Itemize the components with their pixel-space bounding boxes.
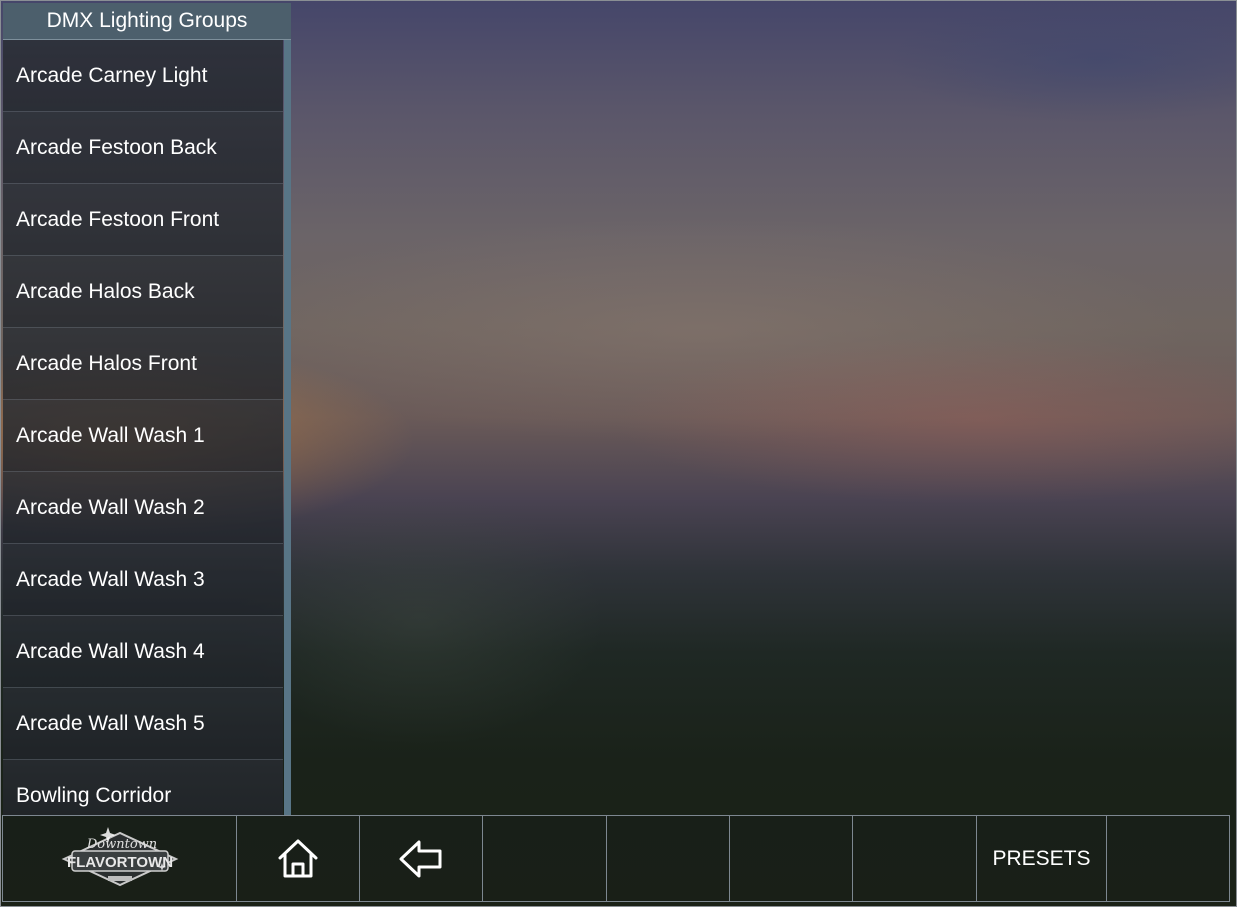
presets-button[interactable]: PRESETS bbox=[977, 816, 1107, 901]
list-item[interactable]: Arcade Festoon Front bbox=[3, 184, 283, 256]
back-button[interactable] bbox=[360, 816, 483, 901]
back-arrow-icon bbox=[399, 840, 442, 877]
list-item[interactable]: Arcade Wall Wash 2 bbox=[3, 472, 283, 544]
logo-cell: FLAVORTOWN Downtown bbox=[3, 816, 237, 901]
list-item[interactable]: Arcade Wall Wash 3 bbox=[3, 544, 283, 616]
home-button[interactable] bbox=[237, 816, 360, 901]
list-item[interactable]: Arcade Wall Wash 4 bbox=[3, 616, 283, 688]
flavortown-logo-icon: FLAVORTOWN Downtown bbox=[61, 826, 178, 886]
lighting-groups-list[interactable]: Arcade Carney Light Arcade Festoon Back … bbox=[3, 40, 291, 815]
list-item[interactable]: Arcade Festoon Back bbox=[3, 112, 283, 184]
bottom-toolbar: FLAVORTOWN Downtown PRESETS bbox=[2, 815, 1230, 902]
list-item[interactable]: Arcade Carney Light bbox=[3, 40, 283, 112]
toolbar-empty-slot bbox=[853, 816, 977, 901]
panel-title: DMX Lighting Groups bbox=[3, 3, 291, 40]
list-item[interactable]: Bowling Corridor bbox=[3, 760, 283, 815]
logo-script-text: Downtown bbox=[85, 837, 156, 852]
app-root: DMX Lighting Groups Arcade Carney Light … bbox=[0, 0, 1237, 907]
list-item[interactable]: Arcade Halos Front bbox=[3, 328, 283, 400]
toolbar-empty-slot bbox=[1107, 816, 1229, 901]
list-item[interactable]: Arcade Wall Wash 1 bbox=[3, 400, 283, 472]
lighting-groups-panel: DMX Lighting Groups Arcade Carney Light … bbox=[3, 3, 291, 815]
presets-label: PRESETS bbox=[992, 846, 1091, 870]
list-item[interactable]: Arcade Wall Wash 5 bbox=[3, 688, 283, 760]
home-icon bbox=[278, 839, 318, 877]
toolbar-empty-slot bbox=[607, 816, 730, 901]
logo-main-text: FLAVORTOWN bbox=[66, 854, 172, 871]
toolbar-empty-slot bbox=[730, 816, 853, 901]
scrollbar[interactable] bbox=[284, 40, 291, 815]
list-item[interactable]: Arcade Halos Back bbox=[3, 256, 283, 328]
toolbar-empty-slot bbox=[483, 816, 607, 901]
